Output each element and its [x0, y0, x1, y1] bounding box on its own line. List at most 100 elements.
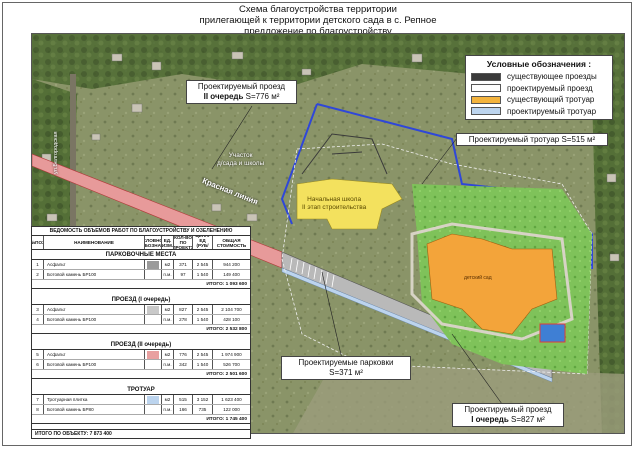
title-line-2: прилегающей к территории детского сада в…	[199, 15, 437, 26]
cell-total: 526 700	[223, 362, 240, 367]
cell-total: 122 000	[223, 407, 240, 412]
cell-price: 2 545	[193, 305, 213, 314]
legend-swatch-existing-sidewalk	[471, 95, 501, 104]
table-row: 3 Асфальт м2 827 2 545 2 104 700	[32, 305, 250, 315]
cell-symbol	[145, 360, 162, 369]
cell-pos: 1	[32, 260, 44, 269]
callout-road-1-line2: I очередь S=827 м²	[457, 415, 559, 425]
callout-road-stage-2: Проектируемый проезд II очередь S=776 м²	[186, 80, 297, 104]
cell-unit: м2	[162, 260, 174, 269]
cell-name: Ботовой камень БР80	[44, 405, 145, 414]
cell-total: 2 104 700	[221, 307, 242, 312]
cell-pos: 8	[32, 405, 44, 414]
cell-price: 735	[193, 405, 213, 414]
cell-qty: 776	[174, 350, 193, 359]
cell-name: Ботовой камень БР100	[44, 315, 145, 324]
cell-qty: 515	[174, 395, 193, 404]
callout-parking-line1: Проектируемые парковки	[298, 358, 394, 367]
table-header-cell: ОБЩАЯ СТОИМОСТЬ	[216, 237, 247, 248]
table-section-title: ПРОЕЗД (II очередь)	[32, 340, 250, 350]
cell-price: 2 545	[193, 350, 213, 359]
callout-road-2-line2: II очередь S=776 м²	[191, 92, 292, 102]
cell-name: Асфальт	[44, 260, 145, 269]
section-total: ИТОГО: 1 093 600	[32, 280, 250, 289]
callout-road-2-line1: Проектируемый проезд	[197, 82, 286, 91]
cell-symbol	[145, 350, 162, 359]
symbol-swatch	[147, 395, 159, 404]
cell-name: Асфальт	[44, 350, 145, 359]
cell-symbol	[145, 405, 162, 414]
map-legend: Условные обозначения : существующее прое…	[465, 55, 613, 120]
cell-total: 944 200	[223, 262, 240, 267]
callout-road-stage-1: Проектируемый проезд I очередь S=827 м²	[452, 403, 564, 427]
school-label-line1: Начальная школа	[307, 196, 362, 203]
cell-unit: п.м.	[162, 270, 174, 279]
cell-name: Асфальт	[44, 305, 145, 314]
table-row: 5 Асфальт м2 776 2 545 1 974 900	[32, 350, 250, 360]
cell-unit: п.м.	[162, 315, 174, 324]
legend-item: существующее проезды	[471, 71, 607, 83]
legend-title: Условные обозначения :	[486, 59, 592, 69]
cell-symbol	[145, 395, 162, 404]
cell-unit: м2	[162, 305, 174, 314]
table-header-cell: УСЛОВНОЕ ОБОЗНАЧ.	[145, 236, 162, 249]
school-label-line2: II этап строительства	[302, 204, 367, 211]
legend-label: проектируемый тротуар	[507, 106, 597, 116]
cell-name: Ботовой камень БР100	[44, 270, 145, 279]
cell-qty: 371	[174, 260, 193, 269]
title-line-1: Схема благоустройства территории	[239, 4, 397, 15]
symbol-swatch	[147, 305, 159, 314]
cell-name: Ботовой камень БР100	[44, 360, 145, 369]
cell-symbol	[145, 305, 162, 314]
callout-parking-line2: S=371 м²	[329, 368, 363, 377]
section-total: ИТОГО: 2 501 600	[32, 370, 250, 379]
legend-item: проектируемый тротуар	[471, 106, 607, 118]
cell-price: 3 152	[193, 395, 213, 404]
cell-total: 1 974 900	[221, 352, 242, 357]
legend-label: существующий тротуар	[507, 95, 595, 105]
cell-pos: 5	[32, 350, 44, 359]
legend-swatch-existing-roads	[471, 72, 501, 81]
grand-total: ИТОГО ПО ОБЪЕКТУ: 7 873 400	[32, 429, 250, 438]
cell-pos: 3	[32, 305, 44, 314]
table-header-cell: ЦЕНА/ЕД (РУБ/ЕД)	[193, 236, 213, 249]
table-header-cell: НАИМЕНОВАНИЕ	[44, 236, 145, 249]
cell-total: 428 100	[223, 317, 240, 322]
cell-unit: м2	[162, 395, 174, 404]
table-section-title: ПАРКОВОЧНЫЕ МЕСТА	[32, 250, 250, 260]
legend-swatch-projected-sidewalk	[471, 107, 501, 116]
cell-unit: п.м.	[162, 360, 174, 369]
section-total: ИТОГО: 2 532 800	[32, 325, 250, 334]
cell-pos: 2	[32, 270, 44, 279]
legend-item: существующий тротуар	[471, 94, 607, 106]
site-label-line2: д/сада и школы	[217, 160, 265, 167]
works-volume-table: ВЕДОМОСТЬ ОБЪЕМОВ РАБОТ ПО БЛАГОУСТРОЙСТ…	[31, 226, 251, 439]
symbol-swatch	[147, 350, 159, 359]
callout-parking: Проектируемые парковки S=371 м²	[281, 356, 411, 380]
table-header-row: №ПОЗ НАИМЕНОВАНИЕ УСЛОВНОЕ ОБОЗНАЧ. ЕД. …	[32, 236, 250, 250]
legend-item: проектируемый проезд	[471, 83, 607, 95]
callout-road-2-stage: II очередь	[203, 92, 244, 101]
cell-qty: 827	[174, 305, 193, 314]
legend-label: проектируемый проезд	[507, 83, 593, 93]
cell-pos: 4	[32, 315, 44, 324]
table-section-title: ТРОТУАР	[32, 385, 250, 395]
callout-road-1-line1: Проектируемый проезд	[464, 405, 552, 414]
cell-unit: м2	[162, 350, 174, 359]
school-label: Начальная школа II этап строительства	[302, 196, 366, 212]
cell-price: 1 540	[193, 270, 213, 279]
cell-pos: 6	[32, 360, 44, 369]
cell-total: 149 400	[223, 272, 240, 277]
callout-road-2-area: S=776 м²	[243, 92, 280, 101]
table-row: 1 Асфальт м2 371 2 545 944 200	[32, 260, 250, 270]
symbol-swatch	[147, 260, 159, 269]
cell-symbol	[145, 315, 162, 324]
table-row: 2 Ботовой камень БР100 п.м. 97 1 540 149…	[32, 270, 250, 280]
table-row: 8 Ботовой камень БР80 п.м. 166 735 122 0…	[32, 405, 250, 415]
table-header-cell: ЕД. ИЗМ.	[162, 236, 174, 249]
table-header-cell: КОЛ-ВО ПО ПРОЕКТУ	[174, 236, 193, 249]
site-label-line1: Участок	[228, 152, 253, 159]
table-row: 6 Ботовой камень БР100 п.м. 342 1 540 52…	[32, 360, 250, 370]
table-row: 4 Ботовой камень БР100 п.м. 278 1 540 42…	[32, 315, 250, 325]
cell-unit: п.м.	[162, 405, 174, 414]
